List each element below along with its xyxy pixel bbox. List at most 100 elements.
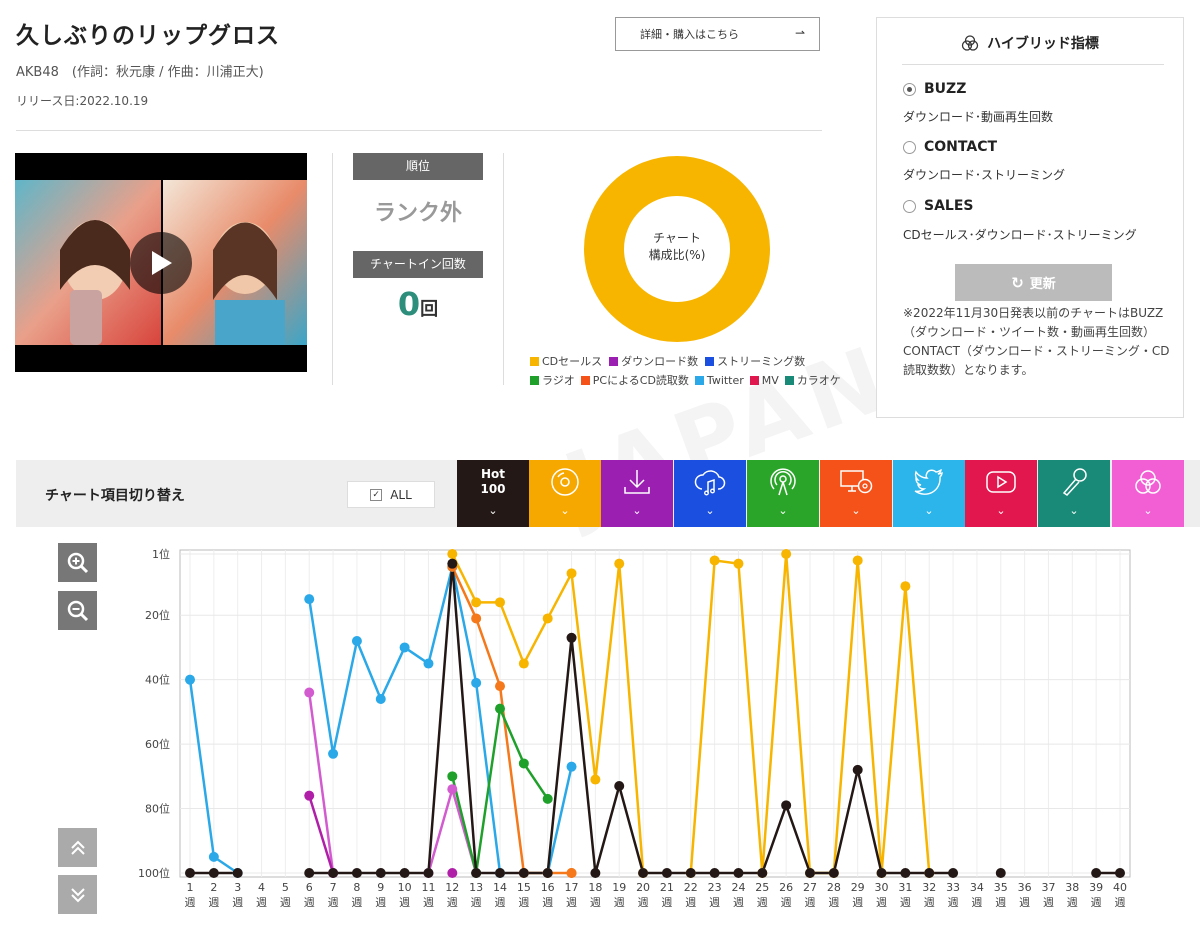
legend-item: ラジオ	[530, 372, 575, 388]
buy-details-button[interactable]: 詳細・購入はこちら ⇀	[615, 17, 820, 51]
video-player[interactable]	[15, 153, 307, 372]
category-hybrid[interactable]: ⌄	[1112, 460, 1184, 527]
category-download[interactable]: ⌄	[601, 460, 673, 527]
donut-legend-row1: CDセールス ダウンロード数 ストリーミング数	[530, 353, 805, 369]
hot100-icon: Hot 100	[480, 462, 505, 502]
legend-swatch	[784, 375, 794, 385]
update-button[interactable]: ↻ 更新	[955, 264, 1112, 301]
data-point	[566, 868, 577, 878]
data-point	[685, 868, 696, 878]
x-tick-label: 29	[851, 881, 865, 894]
zoom-out-button[interactable]	[58, 591, 97, 630]
radio-sales[interactable]: SALES	[903, 198, 974, 214]
play-button[interactable]	[130, 232, 192, 294]
data-point	[304, 594, 315, 605]
song-title: 久しぶりのリップグロス	[16, 23, 280, 49]
series-line	[308, 795, 335, 874]
legend-item: PCによるCD読取数	[580, 372, 689, 388]
radio-circle[interactable]	[903, 140, 916, 154]
donut-center-line2: 構成比(%)	[648, 248, 706, 262]
data-point	[495, 703, 505, 714]
hybrid-panel-title-text: ハイブリッド指標	[987, 36, 1099, 52]
scroll-down-button[interactable]	[58, 875, 97, 914]
category-karaoke[interactable]: ⌄	[1038, 460, 1110, 527]
radio-circle-selected[interactable]	[903, 82, 916, 96]
legend-label: ダウンロード数	[621, 355, 699, 368]
x-tick-label: 39	[1089, 881, 1103, 894]
data-point	[1115, 868, 1125, 878]
data-point	[471, 868, 482, 878]
category-streaming[interactable]: ⌄	[674, 460, 746, 527]
data-point	[208, 851, 219, 862]
y-tick-label: 60位	[145, 737, 170, 751]
x-tick-unit: 週	[1067, 896, 1078, 909]
category-cd-sales[interactable]: ⌄	[529, 460, 601, 527]
data-point	[518, 758, 529, 769]
data-point	[781, 549, 792, 559]
checkbox-checked-icon[interactable]: ✓	[370, 488, 383, 501]
divider	[332, 153, 333, 385]
x-tick-unit: 週	[256, 896, 267, 909]
radio-broadcast-icon	[768, 462, 798, 502]
data-point	[852, 555, 863, 566]
legend-label: MV	[761, 373, 779, 387]
x-tick-label: 6	[306, 881, 313, 894]
twitter-icon	[914, 462, 944, 502]
data-point	[828, 868, 839, 878]
data-point	[495, 597, 505, 608]
x-tick-unit: 週	[542, 896, 553, 909]
category-mv[interactable]: ⌄	[965, 460, 1037, 527]
x-tick-unit: 週	[828, 896, 839, 909]
data-point	[542, 793, 553, 804]
x-tick-unit: 週	[638, 896, 649, 909]
buy-details-label: 詳細・購入はこちら	[640, 28, 739, 41]
x-tick-unit: 週	[185, 896, 196, 909]
radio-contact[interactable]: CONTACT	[903, 139, 997, 155]
double-chevron-down-icon	[70, 887, 85, 902]
x-tick-unit: 週	[495, 896, 506, 909]
zoom-in-button[interactable]	[58, 543, 97, 582]
data-point	[709, 555, 720, 566]
scroll-up-button[interactable]	[58, 828, 97, 867]
double-chevron-up-icon	[70, 840, 85, 855]
chevron-down-icon: ⌄	[996, 504, 1006, 517]
legend-label: CDセールス	[542, 355, 603, 368]
radio-buzz[interactable]: BUZZ	[903, 81, 966, 97]
category-pc-cd-read[interactable]: ⌄	[820, 460, 892, 527]
data-point	[948, 868, 959, 878]
arrow-up-right-icon: ⇀	[794, 26, 805, 40]
chevron-down-icon: ⌄	[851, 504, 861, 517]
category-radio[interactable]: ⌄	[747, 460, 819, 527]
legend-label: ストリーミング数	[717, 355, 806, 368]
category-twitter[interactable]: ⌄	[893, 460, 965, 527]
data-point	[447, 784, 458, 795]
radio-circle[interactable]	[903, 199, 916, 213]
rank-history-chart: 1位20位40位60位80位100位1週2週3週4週5週6週7週8週9週10週1…	[138, 547, 1131, 909]
data-point	[900, 581, 911, 592]
data-point	[447, 558, 458, 569]
legend-item: カラオケ	[784, 372, 841, 388]
zoom-out-icon	[67, 600, 88, 621]
update-button-label: 更新	[1029, 277, 1056, 292]
x-tick-unit: 週	[948, 896, 959, 909]
data-point	[900, 868, 911, 878]
x-tick-label: 28	[827, 881, 841, 894]
chart-in-count: 0回	[353, 285, 483, 323]
data-point	[399, 868, 410, 878]
data-point	[304, 868, 315, 878]
x-tick-unit: 週	[685, 896, 696, 909]
data-point	[709, 868, 720, 878]
x-tick-label: 2	[210, 881, 217, 894]
x-tick-unit: 週	[1019, 896, 1030, 909]
chevron-down-icon: ⌄	[705, 504, 715, 517]
x-tick-label: 33	[946, 881, 960, 894]
x-tick-unit: 週	[924, 896, 935, 909]
x-tick-label: 15	[517, 881, 531, 894]
x-tick-label: 10	[398, 881, 412, 894]
all-toggle-button[interactable]: ✓ ALL	[347, 481, 435, 508]
x-tick-label: 9	[377, 881, 384, 894]
x-tick-label: 17	[565, 881, 579, 894]
x-tick-unit: 週	[375, 896, 386, 909]
category-hot100[interactable]: Hot 100 ⌄	[457, 460, 529, 527]
x-tick-label: 40	[1113, 881, 1127, 894]
